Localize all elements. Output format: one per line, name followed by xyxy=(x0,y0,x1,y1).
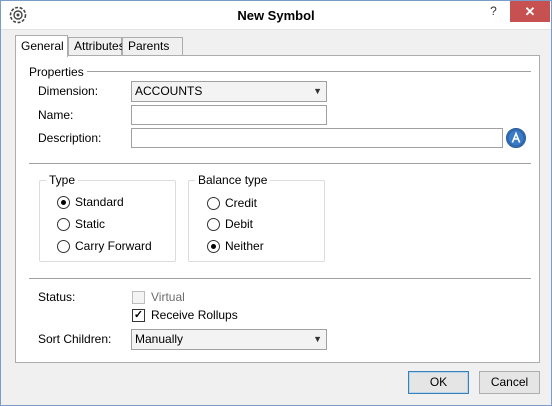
chevron-down-icon: ▼ xyxy=(313,86,322,96)
tab-attributes[interactable]: Attributes xyxy=(68,37,125,56)
type-static-label: Static xyxy=(75,217,106,231)
alias-icon[interactable] xyxy=(506,128,526,148)
properties-divider xyxy=(87,71,531,72)
balance-type-group: Balance type Credit Debit Neither xyxy=(188,173,325,262)
close-button[interactable]: ✕ xyxy=(510,1,550,22)
checkbox-icon xyxy=(132,291,145,304)
balance-credit-label: Credit xyxy=(225,196,258,210)
cancel-button[interactable]: Cancel xyxy=(479,371,540,394)
radio-unselected-icon xyxy=(207,218,220,231)
chevron-down-icon: ▼ xyxy=(313,334,322,344)
balance-debit-label: Debit xyxy=(225,217,254,231)
tab-general[interactable]: General xyxy=(15,35,68,57)
status-label: Status: xyxy=(38,290,76,304)
name-field[interactable] xyxy=(131,105,327,125)
virtual-label: Virtual xyxy=(151,290,185,304)
balance-neither-label: Neither xyxy=(225,239,264,253)
radio-unselected-icon xyxy=(57,240,70,253)
type-standard-label: Standard xyxy=(75,195,124,209)
dimension-select-value: ACCOUNTS xyxy=(135,84,203,98)
dimension-select[interactable]: ACCOUNTS ▼ xyxy=(131,81,327,102)
close-icon: ✕ xyxy=(524,4,536,19)
checkmark-icon: ✓ xyxy=(132,309,145,322)
description-label: Description: xyxy=(38,131,102,145)
general-tab-panel: Properties Dimension: ACCOUNTS ▼ Name: D… xyxy=(15,55,540,363)
help-button[interactable]: ? xyxy=(478,1,509,22)
sort-children-value: Manually xyxy=(135,332,184,346)
balance-type-group-title: Balance type xyxy=(195,173,271,187)
dimension-label: Dimension: xyxy=(38,84,99,98)
description-field[interactable] xyxy=(131,128,503,148)
ok-button[interactable]: OK xyxy=(408,371,469,394)
tab-parents[interactable]: Parents xyxy=(122,37,183,56)
status-divider xyxy=(29,278,531,279)
radio-unselected-icon xyxy=(57,218,70,231)
properties-bottom-divider xyxy=(29,163,531,164)
radio-selected-icon xyxy=(207,240,220,253)
title-bar: New Symbol ? ✕ xyxy=(1,1,551,30)
properties-section-label: Properties xyxy=(29,65,84,79)
type-carry-forward-label: Carry Forward xyxy=(75,239,152,253)
sort-children-label: Sort Children: xyxy=(38,332,112,346)
window-title: New Symbol xyxy=(237,8,315,23)
receive-rollups-label: Receive Rollups xyxy=(151,308,238,322)
sort-children-select[interactable]: Manually ▼ xyxy=(131,329,327,350)
type-group: Type Standard Static Carry Forward xyxy=(39,173,176,262)
name-label: Name: xyxy=(38,108,74,122)
type-group-title: Type xyxy=(46,173,79,187)
new-symbol-dialog: New Symbol ? ✕ General Attributes Parent… xyxy=(0,0,552,406)
radio-unselected-icon xyxy=(207,197,220,210)
radio-selected-icon xyxy=(57,196,70,209)
